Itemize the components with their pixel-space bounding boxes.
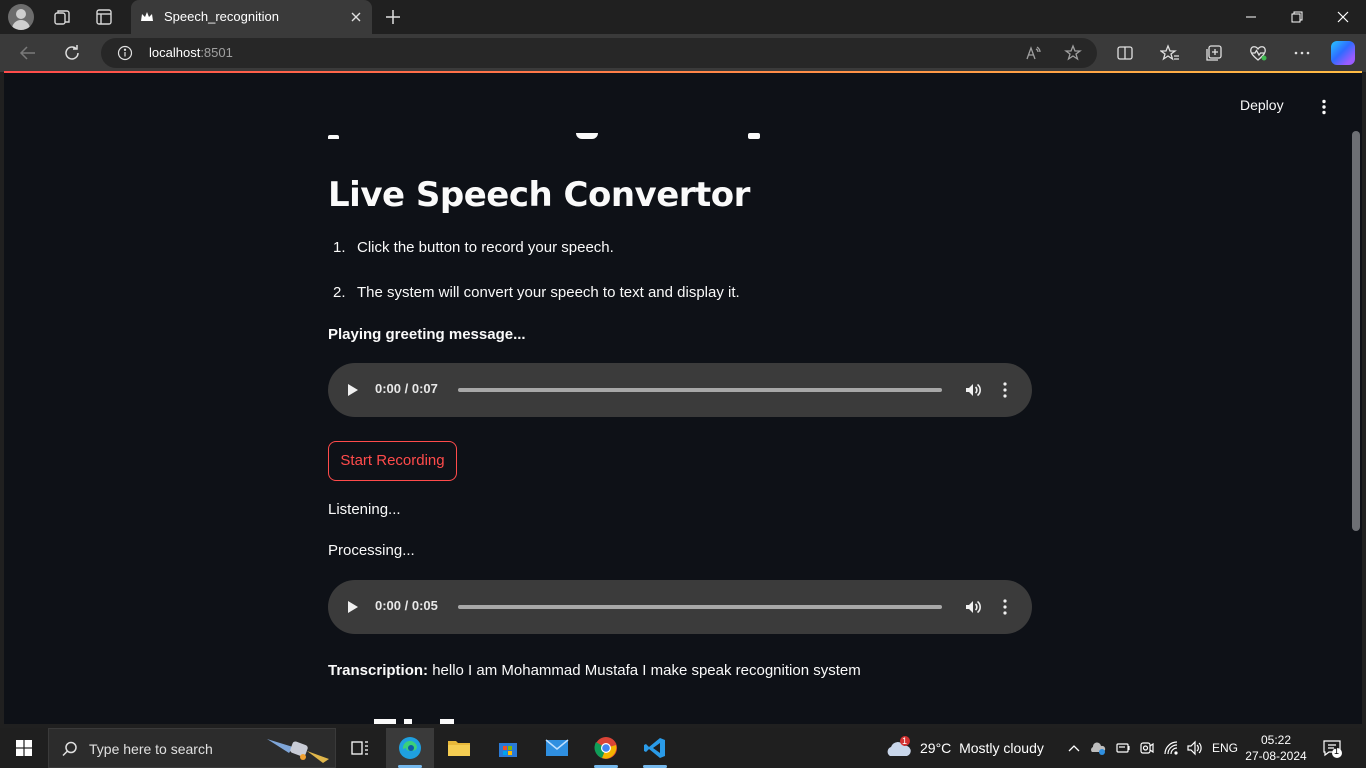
list-number: 2. — [333, 284, 346, 301]
refresh-icon[interactable] — [61, 42, 83, 64]
task-view-icon — [351, 741, 368, 755]
audio-time: 0:00 / 0:05 — [375, 598, 438, 613]
chrome-icon — [594, 737, 617, 759]
split-screen-icon[interactable] — [1115, 43, 1135, 63]
transcription-output: Transcription: hello I am Mohammad Musta… — [328, 662, 861, 679]
weather-cloud-icon[interactable] — [886, 736, 912, 760]
close-window-button[interactable] — [1320, 0, 1366, 34]
browser-toolbar: localhost:8501 — [0, 34, 1366, 72]
weather-temperature: 29°C — [920, 740, 952, 756]
scrolled-text-fragment — [374, 719, 464, 724]
profile-avatar-icon[interactable] — [8, 4, 34, 30]
tab-speech-recognition[interactable]: Speech_recognition — [131, 0, 372, 34]
url-text: localhost:8501 — [149, 45, 233, 60]
vertical-tabs-icon[interactable] — [93, 6, 115, 28]
streamlit-crown-icon — [141, 12, 153, 21]
language-indicator[interactable]: ENG — [1212, 741, 1238, 755]
copilot-icon[interactable] — [1331, 41, 1355, 65]
volume-icon[interactable] — [1186, 740, 1202, 756]
scrollbar-thumb[interactable] — [1352, 131, 1360, 531]
processing-status: Processing... — [328, 542, 415, 559]
list-text: Click the button to record your speech. — [357, 239, 614, 256]
list-text: The system will convert your speech to t… — [357, 284, 740, 301]
taskbar-edge[interactable] — [386, 728, 434, 768]
page-heading: Live Speech Convertor — [328, 175, 750, 215]
tab-title: Speech_recognition — [164, 9, 279, 24]
browser-titlebar: Speech_recognition — [0, 0, 1366, 34]
taskbar-mail[interactable] — [533, 728, 581, 768]
taskbar-vscode[interactable] — [631, 728, 679, 768]
clock-time: 05:22 — [1260, 733, 1292, 747]
new-tab-icon[interactable] — [382, 6, 404, 28]
meet-now-icon[interactable] — [1139, 740, 1155, 756]
windows-taskbar: Type here to search 1 29°C Mostly cloudy… — [0, 728, 1366, 768]
streamlit-app: Deploy Live Speech Convertor 1. Click th… — [4, 73, 1362, 724]
url-host: localhost — [149, 45, 201, 60]
minimize-button[interactable] — [1228, 0, 1274, 34]
back-icon[interactable] — [17, 42, 39, 64]
play-icon[interactable] — [346, 382, 360, 398]
deploy-button[interactable]: Deploy — [1240, 97, 1284, 113]
taskbar-clock[interactable]: 05:22 27-08-2024 — [1244, 732, 1308, 764]
audio-seek-bar[interactable] — [458, 388, 942, 392]
audio-seek-bar[interactable] — [458, 605, 942, 609]
audio-options-icon[interactable] — [1003, 599, 1007, 615]
windows-start-icon[interactable] — [16, 740, 32, 756]
search-icon — [62, 741, 77, 757]
notification-count: 1 — [1334, 746, 1340, 756]
collections-icon[interactable] — [1204, 43, 1224, 63]
play-icon[interactable] — [346, 599, 360, 615]
taskbar-file-explorer[interactable] — [435, 728, 483, 768]
volume-icon[interactable] — [964, 598, 982, 616]
favorite-star-icon[interactable] — [1064, 44, 1082, 62]
vscode-icon — [644, 738, 665, 758]
greeting-status: Playing greeting message... — [328, 326, 526, 343]
greeting-audio-player: 0:00 / 0:07 — [328, 363, 1032, 417]
settings-more-icon[interactable] — [1292, 43, 1312, 63]
scrolled-heading-fragment — [328, 99, 788, 139]
listening-status: Listening... — [328, 501, 401, 518]
main-menu-icon[interactable] — [1320, 99, 1328, 115]
recording-audio-player: 0:00 / 0:05 — [328, 580, 1032, 634]
taskbar-microsoft-store[interactable] — [484, 728, 532, 768]
wifi-icon[interactable] — [1163, 740, 1179, 756]
start-recording-button[interactable]: Start Recording — [328, 441, 457, 481]
folder-icon — [448, 741, 470, 756]
edge-icon — [399, 737, 421, 759]
address-bar[interactable]: localhost:8501 — [101, 38, 1097, 68]
task-view-button[interactable] — [336, 728, 384, 768]
restore-icon — [1291, 11, 1303, 23]
audio-options-icon[interactable] — [1003, 382, 1007, 398]
taskbar-chrome[interactable] — [582, 728, 630, 768]
close-window-icon — [1337, 11, 1349, 23]
browser-essentials-icon[interactable] — [1248, 43, 1268, 63]
url-port: :8501 — [200, 45, 233, 60]
list-number: 1. — [333, 239, 346, 256]
onedrive-sync-icon[interactable] — [1090, 740, 1106, 756]
transcription-text: hello I am Mohammad Mustafa I make speak… — [432, 662, 861, 679]
volume-icon[interactable] — [964, 381, 982, 399]
workspaces-icon[interactable] — [51, 6, 73, 28]
favorites-icon[interactable] — [1160, 43, 1180, 63]
search-highlight-satellite-icon — [267, 739, 329, 763]
minimize-icon — [1246, 16, 1256, 18]
store-icon — [499, 743, 517, 757]
mail-icon — [545, 739, 569, 756]
restore-button[interactable] — [1274, 0, 1320, 34]
weather-text[interactable]: 29°C Mostly cloudy — [920, 740, 1044, 756]
read-aloud-icon[interactable] — [1024, 44, 1042, 62]
audio-time: 0:00 / 0:07 — [375, 381, 438, 396]
show-hidden-icons-chevron-icon[interactable] — [1066, 740, 1082, 756]
clock-date: 27-08-2024 — [1245, 749, 1307, 763]
site-info-icon[interactable] — [117, 45, 133, 61]
battery-icon[interactable] — [1115, 740, 1131, 756]
transcription-label: Transcription: — [328, 662, 429, 679]
weather-description: Mostly cloudy — [959, 740, 1044, 756]
taskbar-search-box[interactable]: Type here to search — [48, 728, 336, 768]
search-placeholder: Type here to search — [89, 741, 213, 757]
tab-close-icon[interactable] — [348, 9, 364, 25]
weather-badge-count: 1 — [902, 736, 908, 746]
